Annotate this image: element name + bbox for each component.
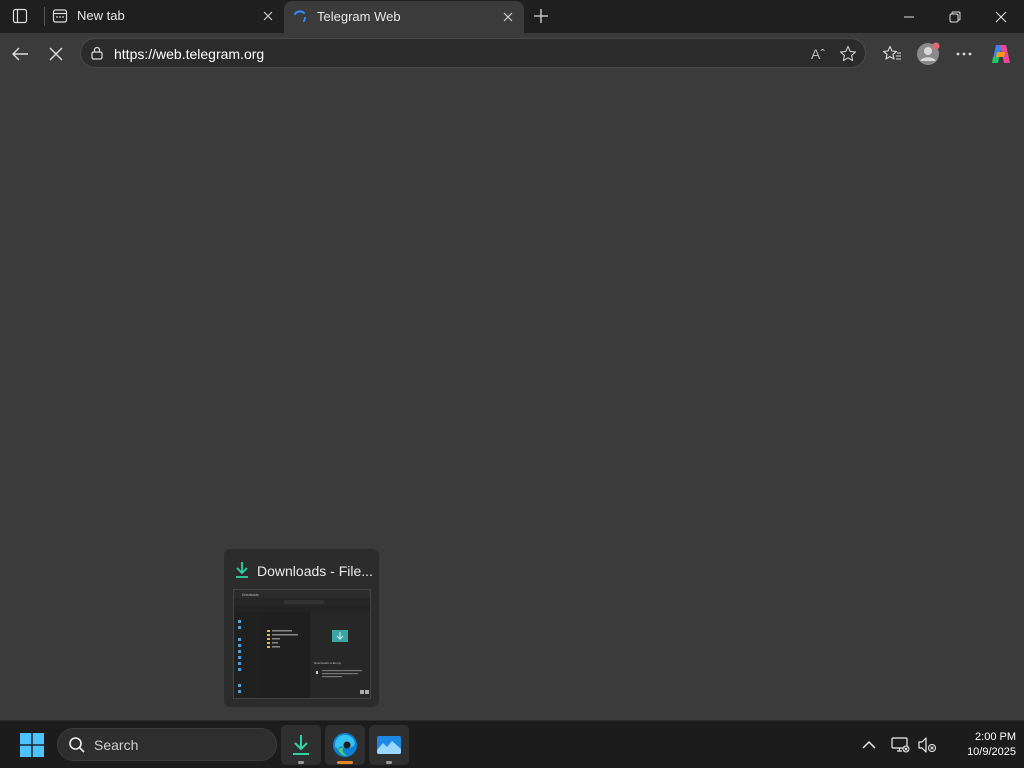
- edge-icon: [333, 733, 357, 757]
- taskbar-app-photos[interactable]: [369, 725, 409, 765]
- search-icon: [69, 737, 85, 753]
- taskbar: Search 2:00 PM 10/9/2025: [0, 720, 1024, 768]
- network-disconnected-icon: [891, 737, 910, 753]
- browser-window: New tab Telegram Web https://web.telegra…: [0, 0, 1024, 720]
- close-window-button[interactable]: [978, 0, 1024, 33]
- preview-panel-heading: Downloads is Empty: [314, 661, 342, 665]
- favorites-icon: [882, 45, 901, 60]
- stop-loading-button[interactable]: [41, 39, 71, 69]
- download-icon: [236, 562, 248, 578]
- close-icon: [995, 11, 1007, 22]
- new-tab-button[interactable]: [528, 4, 554, 28]
- stop-icon: [49, 47, 63, 61]
- minimize-icon: [904, 16, 914, 17]
- address-bar[interactable]: https://web.telegram.org Aˆ: [80, 38, 866, 68]
- windows-logo-icon: [20, 733, 44, 757]
- tab-telegram-web[interactable]: Telegram Web: [284, 1, 524, 33]
- tab-title: Telegram Web: [317, 9, 401, 24]
- tab-title: New tab: [77, 8, 125, 23]
- tab-actions-button[interactable]: [6, 4, 34, 28]
- avatar-icon: [917, 42, 940, 65]
- clock-date: 10/9/2025: [967, 746, 1016, 758]
- plus-icon: [534, 9, 548, 23]
- volume-tray-button[interactable]: [913, 731, 941, 759]
- clock-time: 2:00 PM: [975, 731, 1016, 743]
- system-clock[interactable]: 2:00 PM 10/9/2025: [940, 730, 1016, 760]
- taskbar-app-downloads[interactable]: [281, 725, 321, 765]
- more-horizontal-icon: [956, 52, 972, 56]
- tab-actions-icon: [12, 8, 28, 24]
- photos-icon: [377, 736, 401, 754]
- active-indicator: [337, 761, 353, 764]
- read-aloud-icon[interactable]: Aˆ: [807, 43, 829, 65]
- favorites-button[interactable]: [877, 39, 907, 69]
- network-tray-button[interactable]: [886, 731, 914, 759]
- tab-close-button[interactable]: [258, 6, 278, 26]
- restore-button[interactable]: [932, 0, 978, 33]
- thumbnail-preview[interactable]: Downloads Downloads is Empty: [233, 589, 371, 699]
- title-bar: New tab Telegram Web: [0, 0, 1024, 33]
- chevron-up-icon: [862, 740, 876, 749]
- close-icon: [503, 12, 513, 22]
- back-button[interactable]: [5, 39, 35, 69]
- show-hidden-icons-button[interactable]: [855, 731, 883, 759]
- thumbnail-title: Downloads - File...: [257, 563, 373, 579]
- copilot-button[interactable]: [986, 39, 1016, 69]
- close-icon: [263, 11, 273, 21]
- newtab-icon: [52, 8, 68, 24]
- taskbar-app-edge[interactable]: [325, 725, 365, 765]
- start-button[interactable]: [16, 731, 48, 759]
- tab-new-tab[interactable]: New tab: [44, 0, 284, 33]
- page-content: [0, 75, 1024, 720]
- back-arrow-icon: [12, 47, 28, 61]
- download-icon: [293, 735, 309, 755]
- taskbar-thumbnail-popup[interactable]: Downloads - File... Downloads Downloads …: [223, 548, 380, 708]
- running-indicator: [386, 761, 392, 764]
- lock-icon[interactable]: [89, 45, 105, 61]
- minimize-button[interactable]: [886, 0, 932, 33]
- address-url[interactable]: https://web.telegram.org: [114, 46, 264, 62]
- preview-window-title: Downloads: [242, 593, 259, 597]
- copilot-icon: [992, 45, 1010, 63]
- search-label: Search: [94, 737, 139, 753]
- restore-icon: [949, 11, 961, 22]
- volume-muted-icon: [918, 737, 936, 753]
- profile-button[interactable]: [913, 39, 943, 69]
- tab-close-button[interactable]: [498, 7, 518, 27]
- favorite-star-icon[interactable]: [837, 43, 859, 65]
- taskbar-search[interactable]: Search: [57, 728, 277, 761]
- browser-toolbar: https://web.telegram.org Aˆ: [0, 33, 1024, 75]
- settings-more-button[interactable]: [949, 39, 979, 69]
- loading-spinner-icon: [292, 9, 308, 25]
- running-indicator: [298, 761, 304, 764]
